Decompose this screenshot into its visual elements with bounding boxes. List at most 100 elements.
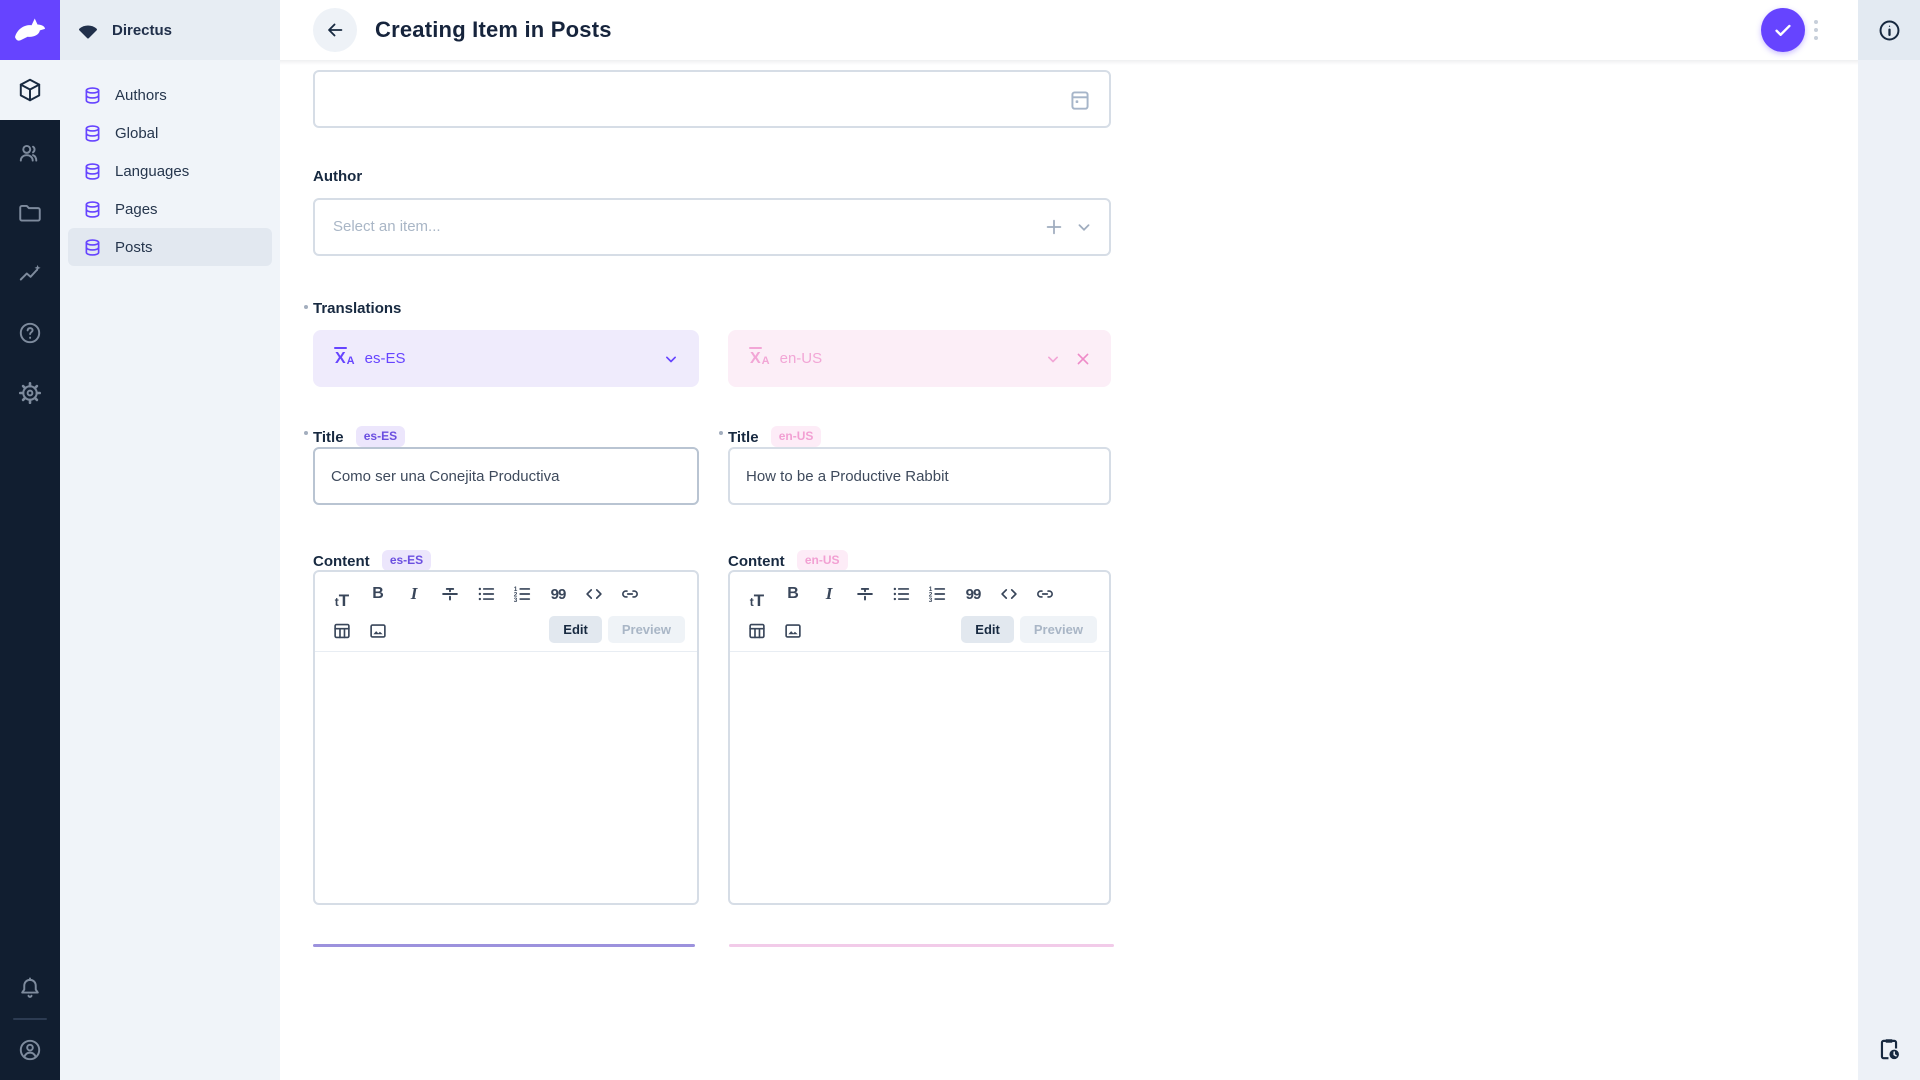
language-badge: es-ES xyxy=(382,550,431,571)
collection-list: Authors Global Languages Pages Posts xyxy=(60,60,280,266)
database-icon xyxy=(82,237,103,258)
close-icon[interactable] xyxy=(1073,349,1093,369)
sidebar-item-label: Languages xyxy=(115,163,189,180)
sidebar-item-pages[interactable]: Pages xyxy=(68,190,272,228)
edit-mode-button[interactable]: Edit xyxy=(961,616,1014,643)
add-item-icon[interactable] xyxy=(1043,216,1065,238)
italic-icon[interactable]: I xyxy=(814,579,844,609)
revisions-button[interactable] xyxy=(1858,1026,1920,1072)
sidebar-item-global[interactable]: Global xyxy=(68,114,272,152)
strikethrough-icon[interactable] xyxy=(850,579,880,609)
bold-icon[interactable]: B xyxy=(778,579,808,609)
clipboard-clock-icon xyxy=(1876,1036,1902,1062)
chevron-down-icon[interactable] xyxy=(661,349,681,369)
content-editor-en: tT B I 123 99 Edit Preview xyxy=(728,570,1111,905)
project-switcher[interactable]: Directus xyxy=(60,0,280,60)
content-textarea-en[interactable] xyxy=(730,652,1109,903)
blockquote-icon[interactable]: 99 xyxy=(958,579,988,609)
sidebar-item-label: Pages xyxy=(115,201,158,218)
heading-icon[interactable]: tT xyxy=(327,579,357,609)
insights-icon xyxy=(17,260,43,286)
image-icon[interactable] xyxy=(363,616,393,646)
sidebar-item-languages[interactable]: Languages xyxy=(68,152,272,190)
info-icon xyxy=(1877,18,1902,43)
sidebar-item-label: Authors xyxy=(115,87,167,104)
module-insights[interactable] xyxy=(0,243,60,303)
bulleted-list-icon[interactable] xyxy=(886,579,916,609)
title-field-en xyxy=(728,447,1111,505)
required-dot xyxy=(304,305,308,309)
link-icon[interactable] xyxy=(1030,579,1060,609)
edit-mode-button[interactable]: Edit xyxy=(549,616,602,643)
table-icon[interactable] xyxy=(327,616,357,646)
gear-icon xyxy=(17,380,43,406)
project-icon xyxy=(76,18,100,42)
translate-icon: XA xyxy=(335,351,355,367)
database-icon xyxy=(82,161,103,182)
date-field xyxy=(313,70,1111,128)
sidebar-item-posts[interactable]: Posts xyxy=(68,228,272,266)
collections-sidebar: Directus Authors Global Languages Pages … xyxy=(60,0,280,1080)
author-field[interactable]: Select an item... xyxy=(313,198,1111,256)
content-label-es: Content es-ES xyxy=(313,550,431,571)
bell-icon xyxy=(17,975,43,1001)
info-sidebar-button[interactable] xyxy=(1858,0,1920,60)
database-icon xyxy=(82,85,103,106)
image-icon[interactable] xyxy=(778,616,808,646)
chevron-down-icon[interactable] xyxy=(1043,349,1063,369)
preview-mode-button[interactable]: Preview xyxy=(608,616,685,643)
sidebar-item-label: Posts xyxy=(115,239,153,256)
sidebar-item-label: Global xyxy=(115,125,158,142)
more-options-button[interactable] xyxy=(1808,17,1824,43)
content-textarea-es[interactable] xyxy=(315,652,697,903)
save-button[interactable] xyxy=(1761,8,1805,52)
code-icon[interactable] xyxy=(994,579,1024,609)
language-select-en[interactable]: XA en-US xyxy=(728,330,1111,387)
check-icon xyxy=(1772,19,1794,41)
code-icon[interactable] xyxy=(579,579,609,609)
heading-icon[interactable]: tT xyxy=(742,579,772,609)
link-icon[interactable] xyxy=(615,579,645,609)
strikethrough-icon[interactable] xyxy=(435,579,465,609)
language-badge: en-US xyxy=(771,426,822,447)
title-label-en: Title en-US xyxy=(728,426,821,447)
calendar-icon[interactable] xyxy=(1067,87,1093,113)
folder-icon xyxy=(17,200,43,226)
back-button[interactable] xyxy=(313,8,357,52)
module-files[interactable] xyxy=(0,183,60,243)
sidebar-item-authors[interactable]: Authors xyxy=(68,76,272,114)
directus-logo[interactable] xyxy=(0,0,60,60)
page-header: Creating Item in Posts xyxy=(280,0,1858,60)
blockquote-icon[interactable]: 99 xyxy=(543,579,573,609)
rabbit-logo-icon xyxy=(11,15,49,45)
numbered-list-icon[interactable]: 123 xyxy=(922,579,952,609)
people-icon xyxy=(17,140,43,166)
author-label: Author xyxy=(313,168,362,185)
title-input-es[interactable] xyxy=(315,449,697,503)
module-content[interactable] xyxy=(0,60,60,120)
italic-icon[interactable]: I xyxy=(399,579,429,609)
chevron-down-icon[interactable] xyxy=(1073,216,1095,238)
module-help[interactable] xyxy=(0,303,60,363)
preview-mode-button[interactable]: Preview xyxy=(1020,616,1097,643)
page-title: Creating Item in Posts xyxy=(375,17,612,43)
module-settings[interactable] xyxy=(0,363,60,423)
notifications-button[interactable] xyxy=(0,958,60,1018)
bold-icon[interactable]: B xyxy=(363,579,393,609)
translate-icon: XA xyxy=(750,351,770,367)
account-button[interactable] xyxy=(0,1020,60,1080)
translations-label: Translations xyxy=(313,300,401,317)
module-bar xyxy=(0,0,60,1080)
divider-purple xyxy=(313,944,695,947)
content-editor-es: tT B I 123 99 Edit Preview xyxy=(313,570,699,905)
author-placeholder: Select an item... xyxy=(333,218,441,235)
module-users[interactable] xyxy=(0,123,60,183)
numbered-list-icon[interactable]: 123 xyxy=(507,579,537,609)
bulleted-list-icon[interactable] xyxy=(471,579,501,609)
cube-icon xyxy=(17,77,43,103)
date-input[interactable] xyxy=(315,72,1109,126)
title-input-en[interactable] xyxy=(730,449,1109,503)
table-icon[interactable] xyxy=(742,616,772,646)
project-name: Directus xyxy=(112,22,172,39)
language-select-es[interactable]: XA es-ES xyxy=(313,330,699,387)
